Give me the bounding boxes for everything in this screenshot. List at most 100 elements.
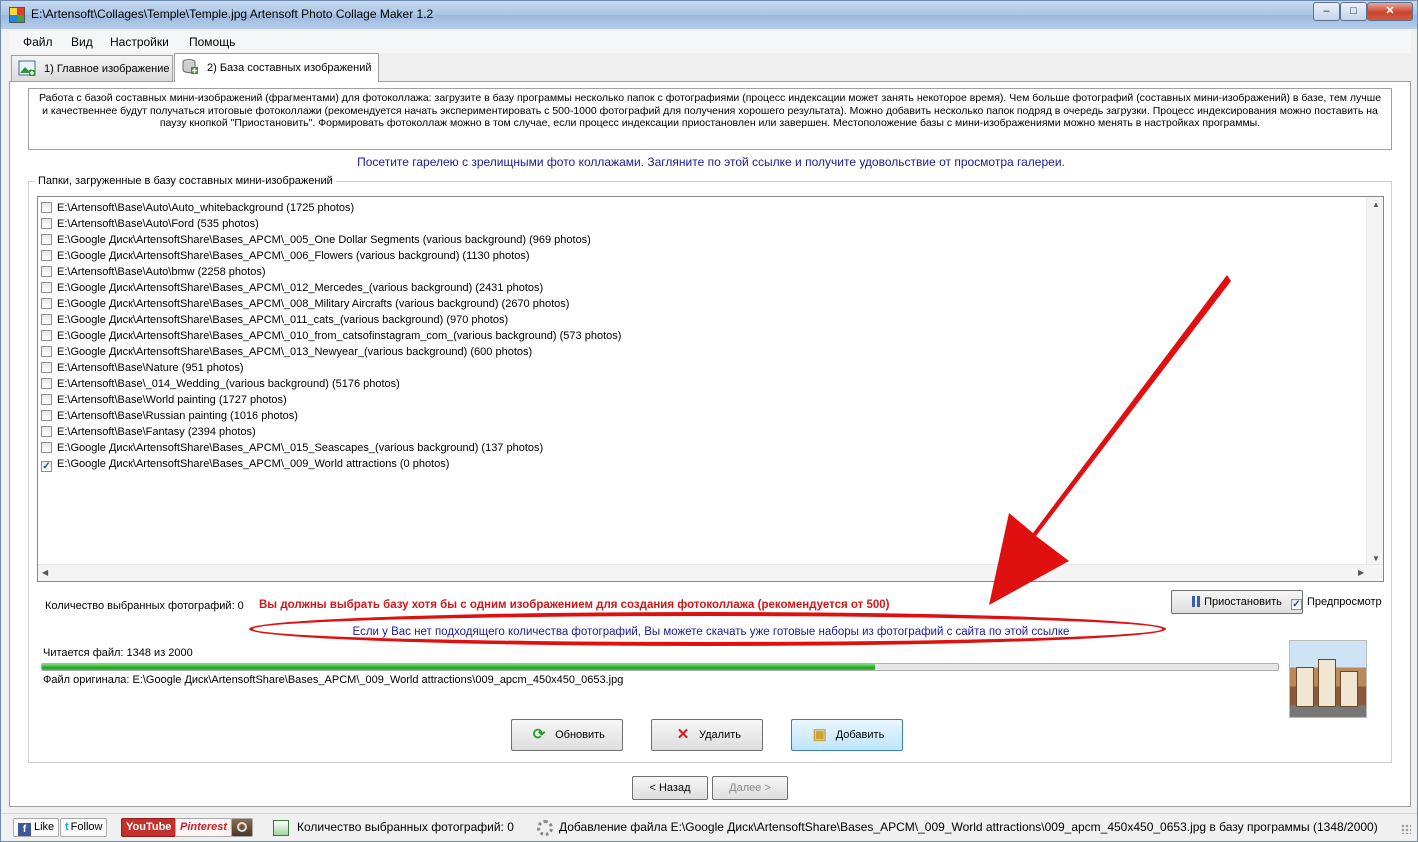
folder-list-item[interactable]: E:\Artensoft\Base\World painting (1727 p… — [41, 392, 1361, 408]
folder-checkbox[interactable] — [41, 266, 52, 277]
pause-button-label: Приостановить — [1204, 596, 1282, 608]
folder-checkbox[interactable] — [41, 298, 52, 309]
folder-checkbox[interactable]: ✓ — [41, 461, 52, 472]
delete-button[interactable]: ✕ Удалить — [651, 719, 763, 751]
folder-checkbox[interactable] — [41, 202, 52, 213]
instagram-icon[interactable] — [231, 818, 253, 837]
scroll-down-icon[interactable]: ▼ — [1372, 554, 1380, 563]
folder-list-item[interactable]: E:\Google Диск\ArtensoftShare\Bases_APCM… — [41, 344, 1361, 360]
folders-list[interactable]: E:\Artensoft\Base\Auto\Auto_whitebackgro… — [37, 196, 1384, 582]
folder-checkbox[interactable] — [41, 378, 52, 389]
vertical-scrollbar[interactable]: ▲ ▼ — [1366, 197, 1383, 566]
facebook-like-button[interactable]: f Like — [13, 818, 60, 837]
folder-list-item[interactable]: E:\Artensoft\Base\Fantasy (2394 photos) — [41, 424, 1361, 440]
folder-checkbox[interactable] — [41, 426, 52, 437]
tab-base-images[interactable]: 2) База составных изображений — [174, 53, 379, 82]
folder-list-item[interactable]: E:\Google Диск\ArtensoftShare\Bases_APCM… — [41, 280, 1361, 296]
folder-checkbox[interactable] — [41, 410, 52, 421]
menu-file[interactable]: Файл — [23, 35, 53, 49]
folder-path: E:\Artensoft\Base\Auto\bmw (2258 photos) — [57, 266, 266, 278]
folder-path: E:\Google Диск\ArtensoftShare\Bases_APCM… — [57, 250, 530, 262]
folder-path: E:\Artensoft\Base\Nature (951 photos) — [57, 362, 244, 374]
folder-list-item[interactable]: E:\Google Диск\ArtensoftShare\Bases_APCM… — [41, 440, 1361, 456]
horizontal-scrollbar[interactable]: ◀ ▶ — [38, 564, 1383, 581]
next-button[interactable]: Далее > — [712, 776, 788, 800]
folder-list-item[interactable]: E:\Google Диск\ArtensoftShare\Bases_APCM… — [41, 232, 1361, 248]
photos-count-icon — [273, 820, 289, 836]
folder-path: E:\Google Диск\ArtensoftShare\Bases_APCM… — [57, 442, 544, 454]
folder-list-item[interactable]: ✓ E:\Google Диск\ArtensoftShare\Bases_APC… — [41, 456, 1361, 472]
folder-list-item[interactable]: E:\Artensoft\Base\Auto\bmw (2258 photos) — [41, 264, 1361, 280]
app-window: E:\Artensoft\Collages\Temple\Temple.jpg … — [0, 0, 1418, 842]
folder-checkbox[interactable] — [41, 394, 52, 405]
folder-list-item[interactable]: E:\Google Диск\ArtensoftShare\Bases_APCM… — [41, 296, 1361, 312]
menu-settings[interactable]: Настройки — [110, 35, 169, 49]
folder-path: E:\Google Диск\ArtensoftShare\Bases_APCM… — [57, 298, 570, 310]
folder-path: E:\Google Диск\ArtensoftShare\Bases_APCM… — [57, 330, 622, 342]
maximize-button[interactable]: □ — [1340, 2, 1367, 21]
folder-path: E:\Artensoft\Base\Auto\Auto_whitebackgro… — [57, 202, 355, 214]
preview-checkbox[interactable]: ✓ Предпросмотр — [1291, 596, 1382, 610]
refresh-icon: ⟳ — [532, 726, 546, 743]
folders-group-title: Папки, загруженные в базу составных мини… — [35, 175, 336, 187]
window-title: E:\Artensoft\Collages\Temple\Temple.jpg … — [31, 7, 434, 21]
tab-main-image-label: 1) Главное изображение — [44, 63, 170, 75]
close-button[interactable]: ✕ — [1367, 2, 1413, 21]
follow-label: Follow — [70, 821, 103, 833]
gallery-link[interactable]: Посетите гарелею с зрелищными фото колла… — [10, 155, 1412, 169]
folders-group: Папки, загруженные в базу составных мини… — [28, 175, 1392, 763]
folder-path: E:\Artensoft\Base\World painting (1727 p… — [57, 394, 287, 406]
red-highlight-ellipse — [249, 612, 1166, 646]
folder-path: E:\Google Диск\ArtensoftShare\Bases_APCM… — [57, 458, 450, 470]
database-icon — [182, 59, 198, 74]
folder-path: E:\Google Диск\ArtensoftShare\Bases_APCM… — [57, 346, 533, 358]
folder-checkbox[interactable] — [41, 442, 52, 453]
folder-checkbox[interactable] — [41, 250, 52, 261]
preview-thumbnail — [1289, 640, 1367, 718]
minimize-button[interactable]: – — [1313, 2, 1340, 21]
resize-grip-icon[interactable] — [1401, 824, 1411, 834]
refresh-button-label: Обновить — [555, 729, 605, 741]
folder-checkbox[interactable] — [41, 346, 52, 357]
youtube-button[interactable]: YouTube — [121, 818, 177, 837]
pinterest-button[interactable]: Pinterest — [175, 818, 233, 837]
scroll-right-icon[interactable]: ▶ — [1358, 568, 1364, 577]
folder-list-item[interactable]: E:\Artensoft\Base\Russian painting (1016… — [41, 408, 1361, 424]
status-count: Количество выбранных фотографий: 0 — [297, 820, 514, 834]
folder-checkbox[interactable] — [41, 218, 52, 229]
folder-list-item[interactable]: E:\Google Диск\ArtensoftShare\Bases_APCM… — [41, 312, 1361, 328]
add-button-label: Добавить — [835, 729, 885, 741]
folder-checkbox[interactable] — [41, 282, 52, 293]
folder-list-item[interactable]: E:\Google Диск\ArtensoftShare\Bases_APCM… — [41, 328, 1361, 344]
scroll-up-icon[interactable]: ▲ — [1372, 200, 1380, 209]
refresh-button[interactable]: ⟳ Обновить — [511, 719, 623, 751]
folder-list-item[interactable]: E:\Artensoft\Base\Nature (951 photos) — [41, 360, 1361, 376]
folder-list-item[interactable]: E:\Google Диск\ArtensoftShare\Bases_APCM… — [41, 248, 1361, 264]
folder-list-item[interactable]: E:\Artensoft\Base\Auto\Auto_whitebackgro… — [41, 200, 1361, 216]
image-icon — [18, 60, 36, 76]
folder-path: E:\Artensoft\Base\Auto\Ford (535 photos) — [57, 218, 259, 230]
folder-checkbox[interactable] — [41, 362, 52, 373]
reading-file-label: Читается файл: 1348 из 2000 — [43, 647, 193, 659]
folder-checkbox[interactable] — [41, 314, 52, 325]
folder-checkbox[interactable] — [41, 330, 52, 341]
tab-main-image[interactable]: 1) Главное изображение — [11, 55, 173, 81]
folder-path: E:\Google Диск\ArtensoftShare\Bases_APCM… — [57, 234, 591, 246]
folder-list-item[interactable]: E:\Artensoft\Base\_014_Wedding_(various … — [41, 376, 1361, 392]
info-text: Работа с базой составных мини-изображени… — [28, 88, 1392, 150]
add-button[interactable]: ▣ Добавить — [791, 719, 903, 751]
progress-fill — [42, 664, 876, 670]
back-button[interactable]: < Назад — [632, 776, 708, 800]
pause-button[interactable]: Приостановить — [1171, 590, 1303, 614]
preview-check-icon: ✓ — [1291, 599, 1302, 610]
twitter-follow-button[interactable]: t Follow — [60, 818, 108, 837]
folder-checkbox[interactable] — [41, 234, 52, 245]
loading-spinner-icon — [537, 820, 553, 836]
preview-label: Предпросмотр — [1307, 596, 1382, 608]
title-bar[interactable]: E:\Artensoft\Collages\Temple\Temple.jpg … — [1, 1, 1417, 29]
scroll-left-icon[interactable]: ◀ — [42, 568, 48, 577]
folder-list-item[interactable]: E:\Artensoft\Base\Auto\Ford (535 photos) — [41, 216, 1361, 232]
menu-help[interactable]: Помощь — [189, 35, 235, 49]
menu-view[interactable]: Вид — [71, 35, 93, 49]
original-file-label: Файл оригинала: E:\Google Диск\Artensoft… — [43, 674, 624, 686]
